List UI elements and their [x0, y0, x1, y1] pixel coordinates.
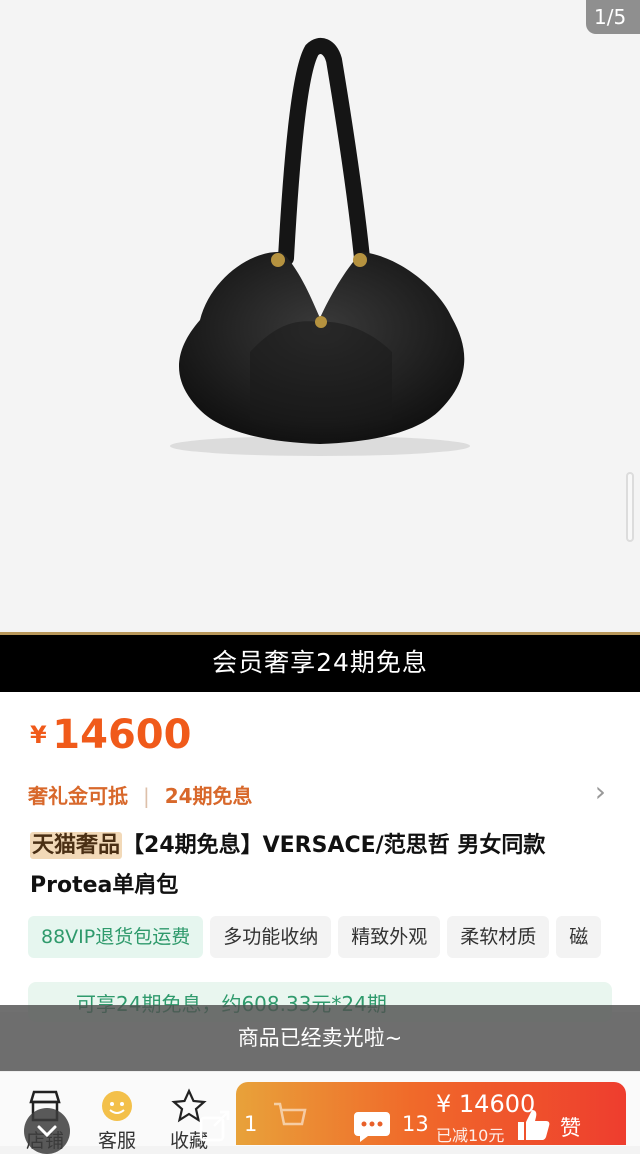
gift-credit-label: 奢礼金可抵 [28, 784, 128, 808]
product-image [170, 37, 470, 456]
chevron-down-icon [37, 1125, 57, 1138]
share-icon [199, 1110, 230, 1142]
price-amount: 14600 [52, 712, 192, 758]
promotion-row[interactable]: 奢礼金可抵 | 24期免息 [28, 780, 253, 809]
thumbs-up-icon [518, 1110, 550, 1140]
product-title: 天猫奢品【24期免息】VERSACE/范思哲 男女同款 Protea单肩包 [30, 826, 600, 906]
gallery-scroll-indicator [626, 472, 634, 542]
tag-material[interactable]: 柔软材质 [447, 916, 550, 958]
comment-count: 13 [402, 1112, 429, 1136]
feature-tags: 88VIP退货包运费 多功能收纳 精致外观 柔软材质磁 [28, 916, 608, 958]
collapse-button[interactable] [24, 1108, 70, 1154]
tag-vip-return[interactable]: 88VIP退货包运费 [28, 916, 204, 958]
separator: | [142, 784, 150, 808]
service-label: 客服 [97, 1130, 136, 1152]
tag-magnetic[interactable]: 磁 [556, 916, 602, 958]
tmall-luxury-badge: 天猫奢品 [30, 832, 123, 859]
buy-discount: 已减10元 [436, 1126, 505, 1145]
member-promo-banner[interactable]: 会员奢享24期免息 [0, 632, 640, 692]
image-counter: 1/5 [586, 0, 640, 34]
tag-storage[interactable]: 多功能收纳 [210, 916, 332, 958]
sold-out-toast: 商品已经卖光啦~ [0, 1005, 640, 1071]
comment-icon [354, 1112, 390, 1142]
customer-service-icon [102, 1091, 132, 1121]
cart-icon [274, 1102, 307, 1126]
product-image-gallery[interactable]: 1/5 [0, 0, 640, 632]
like-label: 赞 [560, 1116, 581, 1140]
installment-label: 24期免息 [164, 784, 253, 808]
currency-symbol: ¥ [30, 721, 47, 749]
price: ¥ 14600 [30, 712, 191, 758]
share-count: 1 [244, 1112, 258, 1136]
chevron-right-icon[interactable]: › [595, 778, 606, 806]
tag-appearance[interactable]: 精致外观 [338, 916, 441, 958]
